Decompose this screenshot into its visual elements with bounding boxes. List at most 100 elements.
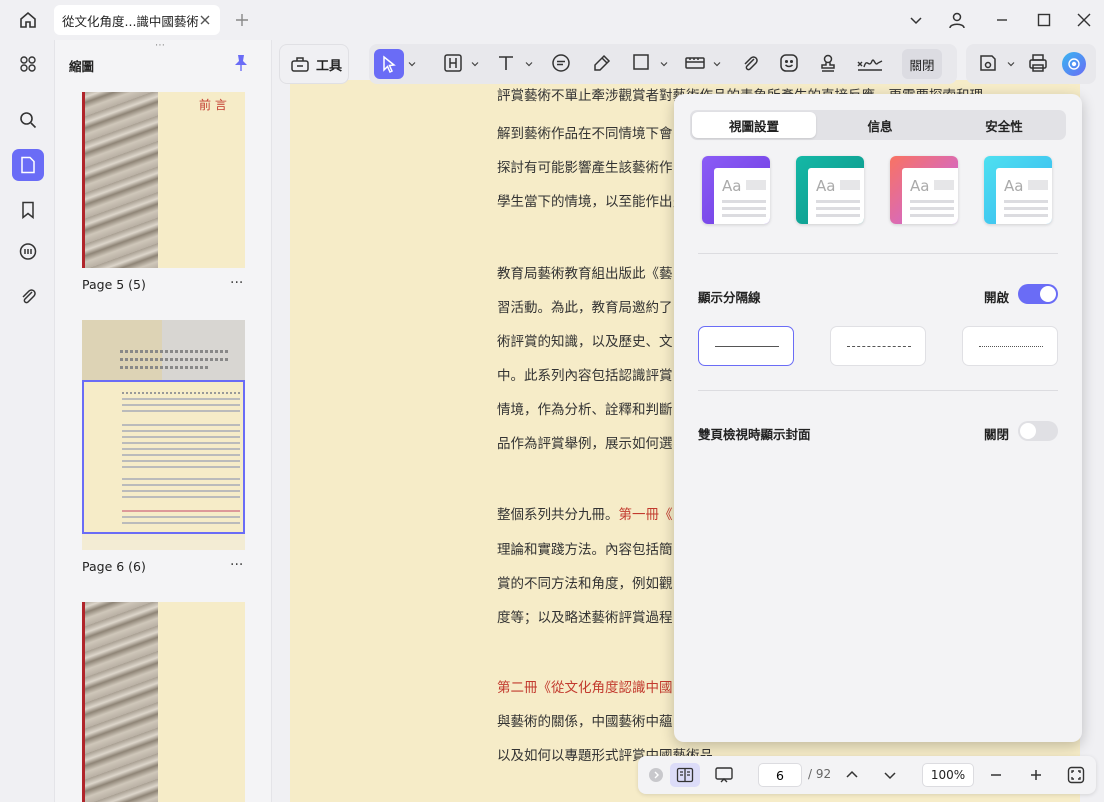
text-line: 賞的不同方法和角度，例如觀 [497, 576, 673, 592]
theme-line [816, 207, 860, 210]
chevron-down-icon[interactable] [1007, 60, 1015, 68]
close-icon[interactable] [198, 13, 212, 27]
pin-icon[interactable] [233, 54, 249, 72]
reading-mode-icon[interactable] [670, 763, 700, 787]
thumb-label: Page 6 (6) [82, 559, 146, 574]
page-total: / 92 [808, 767, 832, 781]
theme-teal[interactable]: Aa [796, 156, 864, 224]
text-line: 品作為評賞舉例，展示如何選 [497, 436, 673, 452]
theme-sheet: Aa [808, 168, 864, 224]
dotted-line-sample [979, 346, 1043, 347]
home-icon[interactable] [14, 6, 42, 34]
print-icon[interactable] [1028, 53, 1048, 73]
text-line: 中。此系列內容包括認識評賞 [497, 368, 673, 384]
shape-icon[interactable] [632, 53, 650, 71]
thumb-text [120, 358, 230, 361]
zoom-level[interactable]: 100% [922, 763, 974, 787]
thumb-text [120, 366, 210, 369]
window-close-icon[interactable] [1070, 6, 1098, 34]
search-icon[interactable] [12, 104, 44, 136]
view-settings-popup: 視圖設置 信息 安全性 Aa Aa Aa Aa 顯示分隔線 開啟 雙頁檢視時顯示… [674, 94, 1082, 742]
theme-cyan[interactable]: Aa [984, 156, 1052, 224]
maximize-icon[interactable] [1030, 6, 1058, 34]
new-tab-icon[interactable] [228, 6, 256, 34]
collapse-icon[interactable] [644, 763, 668, 787]
theme-sheet: Aa [714, 168, 770, 224]
show-divider-label: 顯示分隔線 [698, 290, 761, 305]
measure-icon[interactable] [684, 53, 706, 73]
attachment-icon[interactable] [740, 53, 760, 73]
previous-page-icon[interactable] [840, 763, 864, 787]
text-line: 解到藝術作品在不同情境下會 [497, 126, 673, 142]
chevron-down-icon[interactable] [408, 60, 416, 68]
next-page-icon[interactable] [878, 763, 902, 787]
user-icon[interactable] [943, 6, 971, 34]
text-box-icon[interactable] [443, 53, 463, 73]
thumb-label: Page 5 (5) [82, 277, 146, 292]
line-style-dashed[interactable] [830, 326, 926, 366]
comment-tool-icon[interactable] [551, 53, 571, 73]
theme-gradient[interactable]: Aa [890, 156, 958, 224]
thumbnail-page-5[interactable]: 前 言 [82, 92, 245, 268]
sticker-icon[interactable] [779, 53, 799, 73]
minimize-icon[interactable] [988, 6, 1016, 34]
chevron-down-icon[interactable] [660, 60, 668, 68]
thumbnail-page-6[interactable] [82, 320, 245, 550]
text-span: 整個系列共分九冊。 [497, 507, 619, 523]
presentation-icon[interactable] [712, 763, 736, 787]
document-tab[interactable]: 從文化角度...識中國藝術 [54, 5, 220, 35]
ai-assistant-icon[interactable] [1062, 52, 1086, 76]
apps-icon[interactable] [12, 48, 44, 80]
solid-line-sample [715, 346, 779, 347]
text-line: 情境，作為分析、詮釋和判斷 [497, 402, 673, 418]
line-style-solid[interactable] [698, 326, 794, 366]
bookmark-icon[interactable] [12, 194, 44, 226]
more-icon[interactable]: ··· [230, 275, 243, 291]
line-style-dotted[interactable] [962, 326, 1058, 366]
comment-icon[interactable] [12, 236, 44, 268]
tab-view-settings[interactable]: 視圖設置 [692, 112, 816, 138]
save-icon[interactable] [978, 53, 998, 73]
thumbnails-icon[interactable] [12, 149, 44, 181]
tab-title: 從文化角度...識中國藝術 [62, 13, 198, 29]
tab-security[interactable]: 安全性 [942, 110, 1066, 140]
panel-resize-handle[interactable]: ⋯ [155, 40, 166, 51]
signature-icon[interactable] [856, 53, 884, 73]
chevron-down-icon[interactable] [902, 6, 930, 34]
theme-line [910, 214, 954, 217]
theme-line [910, 200, 954, 203]
theme-sheet: Aa [902, 168, 958, 224]
text-line: 教育局藝術教育組出版此《藝 [497, 266, 673, 282]
text-line: 與藝術的關係，中國藝術中蘊 [497, 714, 673, 730]
chevron-down-icon[interactable] [471, 60, 479, 68]
theme-block [1028, 180, 1048, 190]
thumbnail-page-7[interactable] [82, 602, 245, 802]
fit-page-icon[interactable] [1064, 763, 1088, 787]
zoom-in-icon[interactable] [1024, 763, 1048, 787]
tools-button[interactable]: 工具 [279, 44, 349, 84]
more-icon[interactable]: ··· [230, 557, 243, 573]
toolbox-icon [290, 55, 310, 73]
zoom-out-icon[interactable] [984, 763, 1008, 787]
two-page-cover-toggle[interactable] [1018, 421, 1058, 441]
attachment-icon[interactable] [12, 280, 44, 312]
show-divider-toggle[interactable] [1018, 284, 1058, 304]
text-tool-icon[interactable] [496, 53, 516, 73]
highlighter-icon[interactable] [592, 53, 612, 73]
theme-purple[interactable]: Aa [702, 156, 770, 224]
chevron-down-icon[interactable] [525, 60, 533, 68]
red-text-span: 第一冊《 [618, 507, 673, 523]
page-number-input[interactable] [758, 763, 802, 787]
select-tool-button[interactable] [374, 49, 404, 79]
close-toolbar-button[interactable]: 關閉 [902, 49, 942, 79]
text-line: 探討有可能影響產生該藝術作 [497, 160, 673, 176]
bottom-bar: / 92 100% [638, 756, 1096, 794]
red-bar [82, 602, 85, 802]
thumbnails-panel: ⋯ 縮圖 前 言 Page 5 (5) ··· Page 6 (6) ··· [54, 40, 272, 802]
toggle-knob [1020, 423, 1036, 439]
stamp-icon[interactable] [818, 53, 838, 73]
tab-info[interactable]: 信息 [818, 110, 942, 140]
theme-line [816, 200, 860, 203]
chevron-down-icon[interactable] [713, 60, 721, 68]
theme-line [722, 200, 766, 203]
